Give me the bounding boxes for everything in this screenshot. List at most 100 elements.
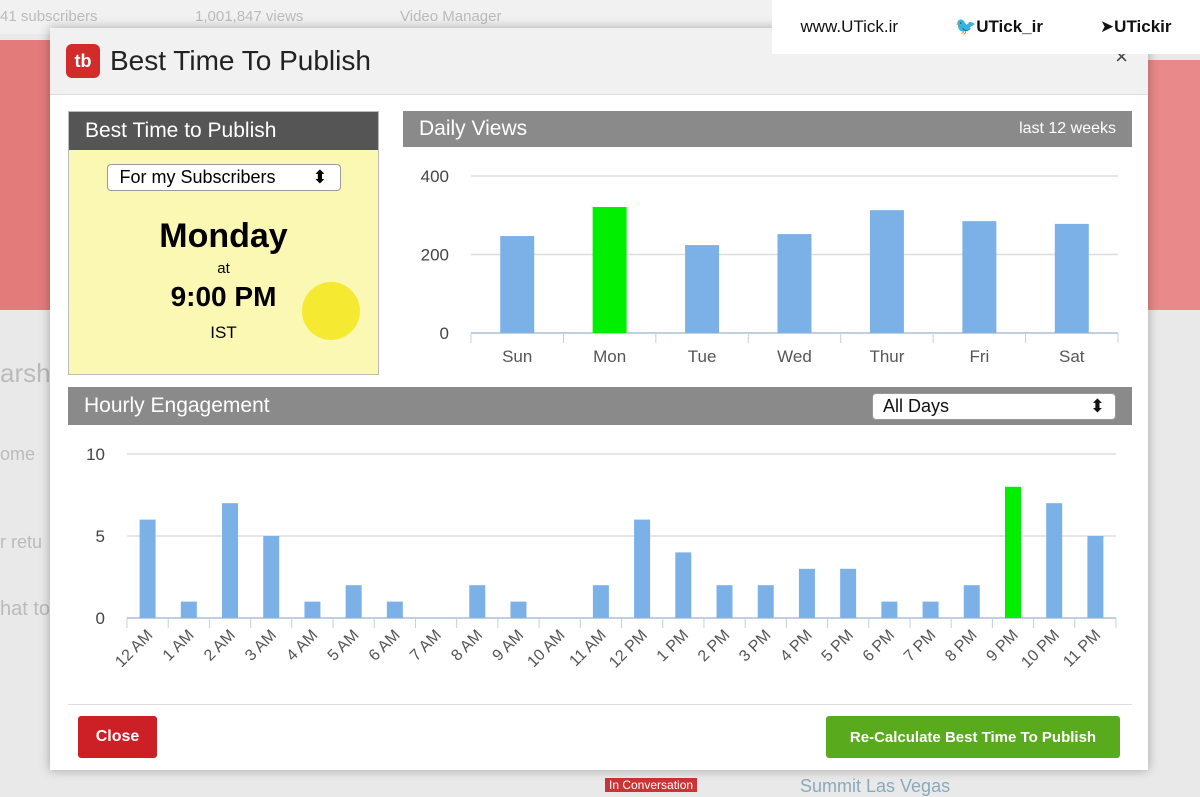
bg-text: r retu bbox=[0, 532, 43, 552]
modal-footer bbox=[68, 704, 1132, 705]
bg-subscribers: 41 subscribers bbox=[0, 8, 98, 25]
bg-text: arsh bbox=[0, 358, 51, 388]
bar-2-pm bbox=[716, 585, 733, 618]
x-tick-label: 12 PM bbox=[606, 627, 651, 672]
timezone: IST bbox=[210, 323, 237, 342]
x-tick-label: Wed bbox=[777, 347, 812, 366]
daily-views-panel: Daily Views last 12 weeks bbox=[403, 111, 1132, 147]
x-tick-label: 10 PM bbox=[1018, 627, 1063, 672]
x-tick-label: 10 AM bbox=[524, 627, 568, 671]
bar-1-pm bbox=[675, 552, 692, 618]
x-tick-label: 4 AM bbox=[283, 627, 321, 665]
bg-video-manager: Video Manager bbox=[400, 8, 502, 25]
hourly-engagement-panel: Hourly Engagement All Days ⬍ bbox=[68, 387, 1132, 425]
x-tick-label: 2 PM bbox=[695, 627, 733, 665]
bar-4-pm bbox=[798, 568, 815, 618]
best-time-header: Best Time to Publish bbox=[69, 112, 378, 150]
bar-wed bbox=[777, 234, 812, 333]
twitter-icon: 🐦 bbox=[955, 17, 977, 36]
modal-title: Best Time To Publish bbox=[110, 45, 371, 76]
bar-5-am bbox=[345, 585, 362, 618]
bar-tue bbox=[685, 245, 720, 333]
x-tick-label: Sat bbox=[1059, 347, 1085, 366]
select-arrows-icon: ⬍ bbox=[1089, 395, 1105, 416]
x-tick-label: 3 PM bbox=[736, 627, 774, 665]
x-tick-label: Tue bbox=[688, 347, 717, 366]
x-tick-label: Sun bbox=[502, 347, 532, 366]
x-tick-label: 1 PM bbox=[654, 627, 692, 665]
x-tick-label: 5 AM bbox=[325, 627, 363, 665]
at-label: at bbox=[217, 260, 230, 277]
bar-thur bbox=[869, 210, 904, 333]
y-tick-label: 0 bbox=[96, 609, 105, 628]
y-tick-label: 200 bbox=[421, 246, 449, 265]
bar-3-pm bbox=[757, 585, 774, 618]
watermark-twitter: 🐦UTick_ir bbox=[955, 17, 1043, 36]
bar-10-pm bbox=[1046, 503, 1063, 618]
bg-text: hat to bbox=[0, 598, 51, 620]
x-tick-label: 8 AM bbox=[448, 627, 486, 665]
best-day: Monday bbox=[159, 217, 288, 255]
best-time: 9:00 PM bbox=[170, 281, 277, 312]
watermark-telegram: ➤UTickir bbox=[1099, 17, 1172, 36]
watermark: www.UTick.ir 🐦UTick_ir ➤UTickir bbox=[772, 0, 1200, 54]
bg-text: Summit Las Vegas bbox=[800, 776, 951, 796]
day-filter-select[interactable]: All Days ⬍ bbox=[872, 392, 1116, 420]
x-tick-label: 9 PM bbox=[983, 627, 1021, 665]
x-tick-label: Mon bbox=[593, 347, 626, 366]
audience-select[interactable]: For my Subscribers ⬍ bbox=[106, 164, 341, 191]
y-tick-label: 0 bbox=[440, 324, 449, 343]
hourly-engagement-chart: 0 5 10 12 AM 1 AM 2 AM 3 AM 4 AM 5 AM 6 AM 7 AM 8 A… bbox=[86, 445, 1117, 672]
hourly-header: Hourly Engagement All Days ⬍ bbox=[68, 387, 1132, 425]
recalculate-button[interactable]: Re-Calculate Best Time To Publish bbox=[826, 716, 1120, 758]
bar-mon bbox=[592, 207, 627, 333]
watermark-site: www.UTick.ir bbox=[800, 17, 899, 36]
bg-banner-right bbox=[1148, 60, 1200, 310]
x-tick-label: 11 PM bbox=[1060, 627, 1104, 671]
y-tick-label: 400 bbox=[421, 167, 449, 186]
y-tick-label: 10 bbox=[86, 445, 105, 464]
x-tick-label: 9 AM bbox=[489, 627, 527, 665]
bg-text: ome bbox=[0, 444, 36, 464]
x-tick-label: 8 PM bbox=[942, 627, 980, 665]
best-time-modal: tb Best Time To Publish × Best Time to P… bbox=[50, 28, 1148, 770]
bar-1-am bbox=[180, 601, 197, 618]
bar-8-pm bbox=[963, 585, 980, 618]
bar-12-am bbox=[139, 519, 156, 618]
x-tick-label: Thur bbox=[869, 347, 904, 366]
x-tick-label: 6 AM bbox=[366, 627, 404, 665]
telegram-icon: ➤ bbox=[1099, 17, 1115, 36]
best-time-panel: Best Time to Publish For my Subscribers ⬍… bbox=[68, 111, 379, 375]
bar-7-pm bbox=[922, 601, 939, 618]
bg-views: 1,001,847 views bbox=[195, 8, 304, 25]
bar-11-am bbox=[592, 585, 609, 618]
bg-text: In Conversation bbox=[605, 778, 698, 792]
x-tick-label: 7 PM bbox=[901, 627, 939, 665]
x-tick-label: Fri bbox=[969, 347, 989, 366]
bar-sat bbox=[1054, 223, 1089, 333]
daily-views-chart: 0 200 400 Sun Mon Tue Wed Thur Fri Sat bbox=[421, 167, 1119, 366]
bar-12-pm bbox=[634, 519, 651, 618]
x-tick-label: 3 AM bbox=[242, 627, 280, 665]
bar-2-am bbox=[222, 503, 239, 618]
close-button[interactable]: Close bbox=[78, 716, 157, 758]
bar-9-am bbox=[510, 601, 527, 618]
bar-6-am bbox=[386, 601, 403, 618]
x-tick-label: 2 AM bbox=[201, 627, 239, 665]
bar-6-pm bbox=[881, 601, 898, 618]
bar-fri bbox=[962, 221, 997, 333]
x-tick-label: 6 PM bbox=[860, 627, 898, 665]
bg-banner-left bbox=[0, 40, 50, 310]
tubebuddy-logo: tb bbox=[66, 44, 100, 78]
x-tick-label: 1 AM bbox=[160, 627, 198, 665]
bar-8-am bbox=[469, 585, 486, 618]
x-tick-label: 12 AM bbox=[112, 627, 156, 671]
bar-5-pm bbox=[840, 568, 857, 618]
range-label: last 12 weeks bbox=[1019, 120, 1116, 137]
bar-11-pm bbox=[1087, 536, 1104, 618]
x-tick-label: 4 PM bbox=[777, 627, 815, 665]
x-tick-label: 11 AM bbox=[566, 627, 609, 670]
y-tick-label: 5 bbox=[96, 527, 105, 546]
x-tick-label: 5 PM bbox=[819, 627, 857, 665]
select-arrows-icon: ⬍ bbox=[312, 167, 328, 187]
